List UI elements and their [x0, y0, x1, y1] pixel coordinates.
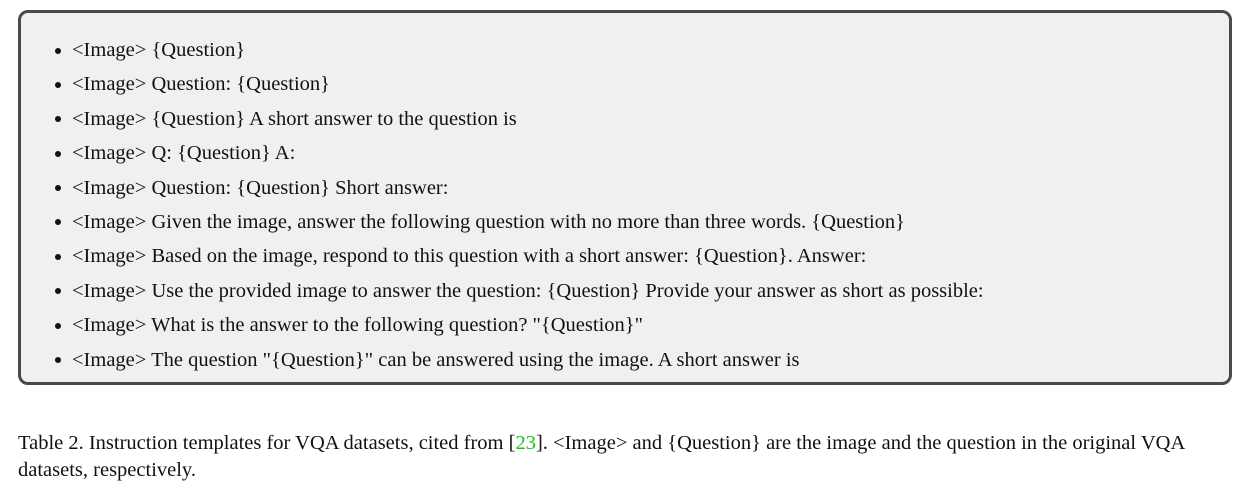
- template-item: <Image> {Question}: [53, 33, 984, 67]
- template-text: <Image> Use the provided image to answer…: [72, 279, 984, 302]
- template-item: <Image> {Question} A short answer to the…: [53, 102, 984, 136]
- template-item: <Image> Question: {Question}: [53, 67, 984, 101]
- template-item: <Image> Given the image, answer the foll…: [53, 205, 984, 239]
- template-list: <Image> {Question} <Image> Question: {Qu…: [53, 33, 984, 377]
- template-text: <Image> Given the image, answer the foll…: [72, 210, 906, 233]
- template-text: <Image> What is the answer to the follow…: [72, 314, 643, 337]
- template-item: <Image> The question "{Question}" can be…: [53, 343, 984, 377]
- template-item: <Image> What is the answer to the follow…: [53, 308, 984, 342]
- template-item: <Image> Question: {Question} Short answe…: [53, 171, 984, 205]
- bullet-icon: [55, 253, 61, 260]
- template-item: <Image> Q: {Question} A:: [53, 136, 984, 170]
- citation-link[interactable]: 23: [515, 432, 536, 454]
- bullet-icon: [55, 81, 61, 88]
- template-item: <Image> Based on the image, respond to t…: [53, 239, 984, 273]
- template-item: <Image> Use the provided image to answer…: [53, 274, 984, 308]
- instruction-templates-box: <Image> {Question} <Image> Question: {Qu…: [18, 10, 1232, 385]
- template-text: <Image> {Question}: [72, 39, 246, 61]
- bullet-icon: [55, 219, 61, 226]
- template-text: <Image> Q: {Question} A:: [72, 142, 296, 165]
- template-text: <Image> Based on the image, respond to t…: [72, 245, 867, 268]
- bullet-icon: [55, 150, 61, 157]
- caption-text-start: Table 2. Instruction templates for VQA d…: [18, 432, 516, 454]
- template-text: <Image> Question: {Question}: [72, 73, 331, 96]
- bullet-icon: [55, 357, 61, 364]
- bullet-icon: [55, 185, 61, 192]
- bullet-icon: [55, 288, 61, 295]
- template-text: <Image> The question "{Question}" can be…: [72, 348, 800, 371]
- bullet-icon: [55, 116, 61, 123]
- table-caption: Table 2. Instruction templates for VQA d…: [18, 430, 1240, 484]
- template-text: <Image> {Question} A short answer to the…: [72, 107, 517, 130]
- bullet-icon: [55, 322, 61, 329]
- template-text: <Image> Question: {Question} Short answe…: [72, 176, 449, 199]
- bullet-icon: [55, 47, 61, 54]
